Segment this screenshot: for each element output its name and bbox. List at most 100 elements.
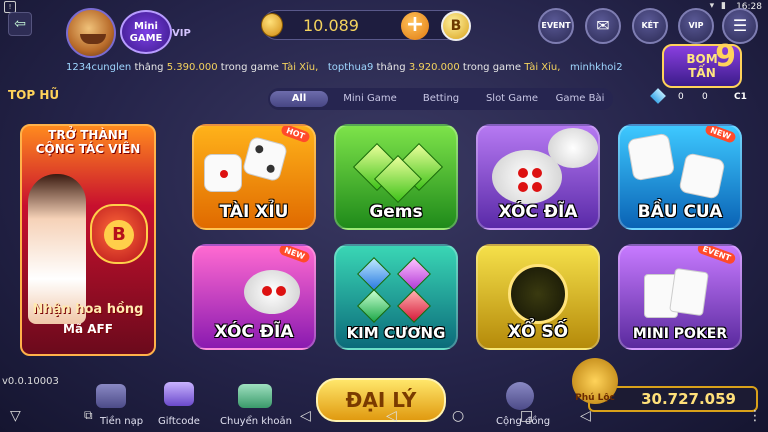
- tab-game-bai[interactable]: Game Bài: [550, 91, 610, 107]
- ticker-verb: thắng: [376, 62, 406, 73]
- winner-ticker: 1234cunglen thắng 5.390.000 trong game T…: [66, 62, 646, 78]
- game-label: MINI POKER: [632, 326, 728, 342]
- jackpot-room: C1: [734, 92, 747, 102]
- jackpot-value-2: 0: [702, 92, 708, 102]
- dice-icon: [678, 152, 726, 200]
- vip-button[interactable]: VIP: [678, 8, 714, 44]
- vip-tag: VIP: [172, 28, 191, 39]
- category-tabs: All Mini Game Betting Slot Game Game Bài: [268, 88, 613, 110]
- game-tile-mini-poker[interactable]: EVENT MINI POKER: [618, 244, 742, 350]
- promo-title-1: TRỞ THÀNH: [48, 128, 128, 142]
- ket-button[interactable]: KÉT: [632, 8, 668, 44]
- giftcode-button[interactable]: [164, 382, 194, 406]
- nav-back-icon[interactable]: ▽: [10, 408, 21, 424]
- token-icon: [532, 182, 542, 192]
- token-icon: [518, 182, 528, 192]
- tab-mini-game[interactable]: Mini Game: [336, 91, 404, 107]
- ticker-game: Tài Xỉu,: [524, 62, 561, 73]
- game-label: KIM CƯƠNG: [346, 324, 446, 342]
- balance-value: 10.089: [303, 16, 359, 35]
- jackpot-value-1: 0: [678, 92, 684, 102]
- menu-icon: ☰: [732, 16, 748, 35]
- bomtan-number: 9: [715, 39, 736, 74]
- b-coin-icon[interactable]: B: [441, 11, 471, 41]
- volume-down-icon[interactable]: ◁: [300, 408, 311, 424]
- ticker-amount: 5.390.000: [166, 62, 218, 73]
- event-button[interactable]: EVENT: [538, 8, 574, 44]
- ticker-user: 1234cunglen: [66, 62, 132, 73]
- android-nav-bar: ▽ ⧉ ◁ ◁ ○ □ ◁ ⋮: [0, 404, 768, 432]
- tab-betting[interactable]: Betting: [408, 91, 474, 107]
- bowl-icon: [548, 128, 598, 168]
- ticker-game: Tài Xỉu,: [282, 62, 319, 73]
- ticker-user: minhkhoi2: [569, 62, 623, 73]
- game-label: XÓC ĐĨA: [498, 202, 578, 222]
- ticker-user: topthua9: [327, 62, 374, 73]
- ticker-amount: 3.920.000: [408, 62, 460, 73]
- game-tile-gems[interactable]: Gems: [334, 124, 458, 230]
- promo-subtitle: Nhận hoa hồng: [32, 302, 144, 317]
- back-icon[interactable]: ⇦: [8, 12, 32, 36]
- nav-recents-icon[interactable]: □: [520, 408, 533, 424]
- game-tile-xo-so[interactable]: XỔ SỐ: [476, 244, 600, 350]
- nav-home-back-icon[interactable]: ◁: [386, 408, 397, 424]
- plate-icon: [244, 270, 300, 314]
- tab-slot-game[interactable]: Slot Game: [478, 91, 546, 107]
- event-label: EVENT: [541, 21, 571, 30]
- minigame-button[interactable]: Mini GAME: [120, 10, 172, 54]
- card-icon: [669, 267, 709, 317]
- affiliate-promo-banner[interactable]: TRỞ THÀNH CỘNG TÁC VIÊN B Nhận hoa hồng …: [20, 124, 156, 356]
- game-tile-xoc-dia-live[interactable]: NEW XÓC ĐĨA: [192, 244, 316, 350]
- game-tile-bau-cua[interactable]: NEW BẦU CUA: [618, 124, 742, 230]
- jackpot-selector[interactable]: 0 0 C1: [650, 88, 754, 108]
- version-label: v0.0.10003: [2, 376, 59, 387]
- dice-icon: [241, 135, 289, 183]
- hot-badge: HOT: [280, 126, 312, 144]
- gem-icon: [397, 289, 431, 323]
- bomtan-banner[interactable]: BOM TẤN 9: [662, 39, 742, 88]
- game-label: XÓC ĐĨA: [214, 322, 294, 342]
- minigame-label: Mini GAME: [129, 21, 163, 44]
- game-label: BẦU CUA: [637, 202, 723, 222]
- gem-icon: [397, 257, 431, 291]
- ket-label: KÉT: [641, 21, 659, 30]
- volume-up-icon[interactable]: ◁: [580, 408, 591, 424]
- screenshot-icon[interactable]: ⧉: [84, 408, 93, 423]
- game-tile-tai-xiu[interactable]: HOT TÀI XỈU: [192, 124, 316, 230]
- avatar[interactable]: [66, 8, 116, 58]
- signal-icons: ▾ ▮: [709, 1, 728, 11]
- game-tile-kim-cuong[interactable]: KIM CƯƠNG: [334, 244, 458, 350]
- new-badge: NEW: [704, 126, 737, 144]
- game-label: TÀI XỈU: [219, 202, 289, 222]
- token-icon: [532, 168, 542, 178]
- game-label: XỔ SỐ: [507, 322, 569, 342]
- game-tile-xoc-dia[interactable]: XÓC ĐĨA: [476, 124, 600, 230]
- event-badge: EVENT: [696, 246, 737, 266]
- ticker-text: trong game: [220, 62, 279, 73]
- game-label: Gems: [369, 202, 423, 222]
- promo-title-2: CỘNG TÁC VIÊN: [35, 142, 141, 156]
- gem-icon: [357, 289, 391, 323]
- ticker-verb: thắng: [134, 62, 164, 73]
- phu-loc-icon[interactable]: Phú Lộc: [572, 358, 618, 404]
- dice-icon: [204, 154, 242, 192]
- gift-icon: [164, 382, 194, 406]
- dice-icon: [626, 132, 676, 182]
- tab-all[interactable]: All: [270, 91, 328, 107]
- bag-letter: B: [104, 220, 134, 250]
- balance-bar: 10.089 + B: [261, 10, 471, 41]
- token-icon: [518, 168, 528, 178]
- coin-icon: [261, 13, 283, 37]
- token-icon: [262, 286, 272, 296]
- ticker-text: trong game: [462, 62, 522, 73]
- mail-button[interactable]: ✉: [585, 8, 621, 44]
- gem-icon: [357, 257, 391, 291]
- token-icon: [276, 286, 286, 296]
- top-hu-button[interactable]: TOP HŨ: [8, 88, 59, 102]
- mail-icon: ✉: [596, 16, 610, 35]
- nav-more-icon[interactable]: ⋮: [748, 408, 762, 424]
- money-bag-icon: B: [90, 204, 148, 264]
- new-badge: NEW: [278, 246, 311, 264]
- nav-home-icon[interactable]: ○: [452, 408, 464, 424]
- add-funds-button[interactable]: +: [401, 12, 429, 40]
